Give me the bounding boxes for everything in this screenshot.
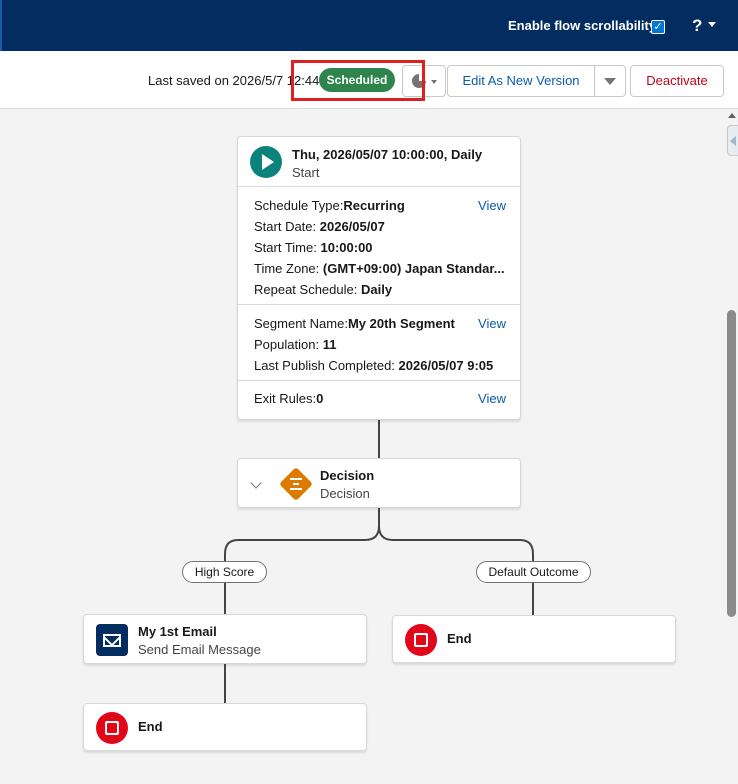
decision-node-subtitle: Decision bbox=[320, 486, 370, 501]
email-icon bbox=[96, 624, 128, 656]
scrollability-checkbox[interactable]: ✓ bbox=[651, 20, 665, 34]
decision-node[interactable]: Decision Decision bbox=[237, 458, 521, 508]
start-node-subtitle: Start bbox=[292, 165, 320, 180]
chevron-down-icon bbox=[431, 80, 437, 84]
segment-view-link[interactable]: View bbox=[478, 316, 506, 331]
repeat-schedule-row: Repeat Schedule: Daily bbox=[254, 282, 393, 297]
schedule-view-link[interactable]: View bbox=[478, 198, 506, 213]
end-node-default[interactable]: End bbox=[392, 615, 676, 663]
exit-rules-row: Exit Rules:0 bbox=[254, 391, 324, 406]
highlight-box bbox=[291, 60, 425, 101]
start-time-row: Start Time: 10:00:00 bbox=[254, 240, 373, 255]
start-node-title: Thu, 2026/05/07 10:00:00, Daily bbox=[292, 147, 483, 162]
play-icon bbox=[250, 146, 282, 178]
end-node-label: End bbox=[447, 631, 472, 646]
time-zone-row: Time Zone: (GMT+09:00) Japan Standar... bbox=[254, 261, 505, 276]
schedule-section: Schedule Type:Recurring View Start Date:… bbox=[238, 187, 520, 305]
last-publish-row: Last Publish Completed: 2026/05/07 9:05 bbox=[254, 358, 494, 373]
end-node-label: End bbox=[138, 719, 163, 734]
help-icon[interactable]: ? bbox=[692, 16, 702, 36]
exit-rules-view-link[interactable]: View bbox=[478, 391, 506, 406]
stop-icon bbox=[96, 712, 128, 744]
panel-toggle-tab[interactable] bbox=[727, 125, 738, 156]
segment-section: Segment Name:My 20th Segment View Popula… bbox=[238, 305, 520, 381]
scrollbar-thumb[interactable] bbox=[727, 310, 736, 617]
more-actions-button[interactable] bbox=[594, 65, 626, 97]
scroll-up-icon[interactable] bbox=[728, 113, 736, 118]
chevron-down-icon[interactable] bbox=[708, 22, 716, 27]
chevron-down-icon bbox=[604, 78, 616, 85]
toolbar: Last saved on 2026/5/7 12:44 Scheduled E… bbox=[0, 51, 738, 109]
start-node-header[interactable]: Thu, 2026/05/07 10:00:00, Daily Start bbox=[238, 137, 520, 187]
email-node[interactable]: My 1st Email Send Email Message bbox=[83, 614, 367, 664]
email-node-subtitle: Send Email Message bbox=[138, 642, 261, 657]
deactivate-button[interactable]: Deactivate bbox=[630, 65, 724, 97]
branch-label-high-score[interactable]: High Score bbox=[182, 561, 267, 583]
top-header: Enable flow scrollability ✓ ? bbox=[0, 0, 738, 51]
end-node-high-score[interactable]: End bbox=[83, 703, 367, 751]
schedule-type-row: Schedule Type:Recurring bbox=[254, 198, 405, 213]
decision-node-title: Decision bbox=[320, 468, 375, 483]
segment-name-row: Segment Name:My 20th Segment bbox=[254, 316, 455, 331]
branch-label-default-outcome[interactable]: Default Outcome bbox=[476, 561, 591, 583]
scrollability-label: Enable flow scrollability bbox=[508, 18, 657, 33]
start-date-row: Start Date: 2026/05/07 bbox=[254, 219, 385, 234]
email-node-title: My 1st Email bbox=[138, 624, 217, 639]
exit-rules-section: Exit Rules:0 View bbox=[238, 381, 520, 420]
edit-as-new-version-button[interactable]: Edit As New Version bbox=[447, 65, 595, 97]
decision-icon bbox=[279, 467, 313, 501]
population-row: Population: 11 bbox=[254, 337, 337, 352]
stop-icon bbox=[405, 624, 437, 656]
start-node[interactable]: Thu, 2026/05/07 10:00:00, Daily Start Sc… bbox=[237, 136, 521, 420]
chevron-down-icon[interactable] bbox=[250, 477, 262, 489]
